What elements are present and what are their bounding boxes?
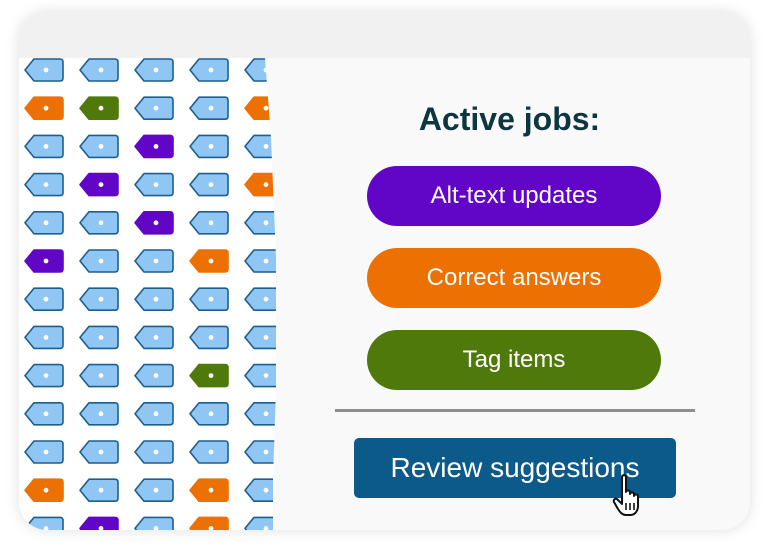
tag-icon — [24, 440, 64, 464]
page-title: Active jobs: — [418, 101, 601, 137]
tag-icon — [189, 134, 229, 159]
tag-icon — [24, 516, 64, 530]
tag-icon — [24, 58, 64, 82]
tag-icon — [79, 96, 119, 120]
tag-icon — [24, 363, 64, 388]
tag-icon — [24, 478, 64, 502]
tag-icon — [79, 172, 119, 197]
tag-icon — [79, 516, 119, 530]
app-window: Active jobs: Alt-text updates Correct an… — [19, 12, 750, 530]
tag-icon — [79, 478, 119, 502]
tag-icon — [79, 325, 119, 350]
tag-icon — [134, 478, 174, 502]
tag-icon — [24, 325, 64, 350]
tag-icon — [189, 211, 229, 235]
tag-icon — [134, 96, 174, 120]
tag-icon — [24, 96, 64, 120]
tag-icon — [134, 134, 174, 159]
tag-icon — [189, 58, 229, 82]
tag-icon — [134, 402, 174, 426]
tag-icon — [189, 402, 229, 426]
title-bar — [19, 12, 750, 58]
tag-icon — [79, 440, 119, 464]
tag-icon — [24, 172, 64, 197]
tag-icon — [134, 363, 174, 388]
tag-icon — [134, 249, 174, 273]
tag-icon — [189, 287, 229, 311]
tag-icon — [189, 96, 229, 120]
tag-icon — [79, 402, 119, 426]
tag-icon — [134, 516, 174, 530]
divider — [335, 409, 695, 412]
tag-icon — [24, 287, 64, 311]
tag-icon — [134, 211, 174, 235]
tag-icon — [134, 325, 174, 350]
tag-icon — [79, 287, 119, 311]
tag-icon — [79, 249, 119, 273]
tag-icon — [189, 478, 229, 502]
tag-icon — [189, 249, 229, 273]
tag-icon — [189, 325, 229, 350]
alt-text-updates-button[interactable]: Alt-text updates — [367, 166, 661, 226]
tag-icon — [189, 440, 229, 464]
tag-icon — [189, 363, 229, 388]
tag-items-button[interactable]: Tag items — [367, 330, 661, 390]
tag-icon — [24, 402, 64, 426]
active-jobs-panel: Active jobs: Alt-text updates Correct an… — [269, 58, 750, 530]
hand-pointer-icon — [612, 474, 639, 516]
tag-icon — [24, 249, 64, 273]
tag-icon — [134, 172, 174, 197]
tag-icon — [189, 516, 229, 530]
tag-icon — [189, 172, 229, 197]
tag-icon — [79, 211, 119, 235]
tag-icon — [79, 58, 119, 82]
tag-icon — [134, 440, 174, 464]
tag-icon — [134, 287, 174, 311]
correct-answers-button[interactable]: Correct answers — [367, 248, 661, 308]
tag-icon — [24, 134, 64, 159]
tag-icon — [24, 211, 64, 235]
tag-icon — [134, 58, 174, 82]
tag-icon — [79, 134, 119, 159]
tag-icon — [79, 363, 119, 388]
